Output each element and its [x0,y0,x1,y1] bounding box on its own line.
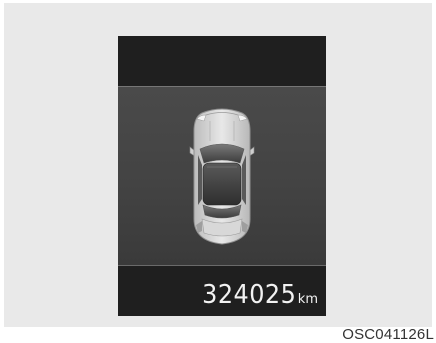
odometer-value: 324025 [201,280,296,310]
display-vehicle-area [118,86,326,266]
display-top-area [118,36,326,86]
cluster-display: 324025 km [118,36,326,316]
odometer: 324025 km [194,282,318,308]
figure-code: OSC041126L [342,326,434,343]
odometer-unit: km [297,292,318,307]
car-top-view-icon [188,107,256,247]
display-odometer-area: 324025 km [118,266,326,316]
